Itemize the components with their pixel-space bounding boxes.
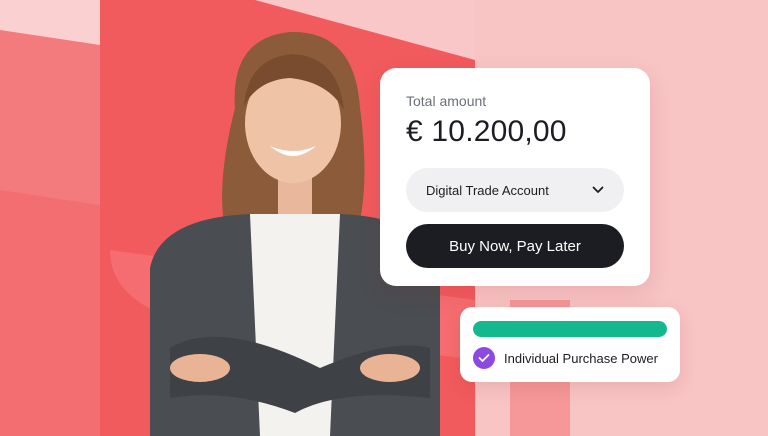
total-amount-label: Total amount	[406, 93, 487, 109]
purchase-power-progress	[473, 321, 667, 337]
account-select[interactable]: Digital Trade Account	[406, 168, 624, 212]
account-select-value: Digital Trade Account	[426, 182, 549, 198]
purchase-power-progress-fill	[473, 321, 667, 337]
total-amount-value: € 10.200,00	[406, 115, 567, 148]
chevron-down-icon	[592, 184, 604, 196]
purchase-power-card: Individual Purchase Power	[460, 307, 680, 382]
purchase-power-label: Individual Purchase Power	[504, 350, 658, 366]
check-icon	[473, 347, 495, 369]
buy-now-pay-later-button[interactable]: Buy Now, Pay Later	[406, 224, 624, 268]
amount-card: Total amount € 10.200,00 Digital Trade A…	[380, 68, 650, 286]
